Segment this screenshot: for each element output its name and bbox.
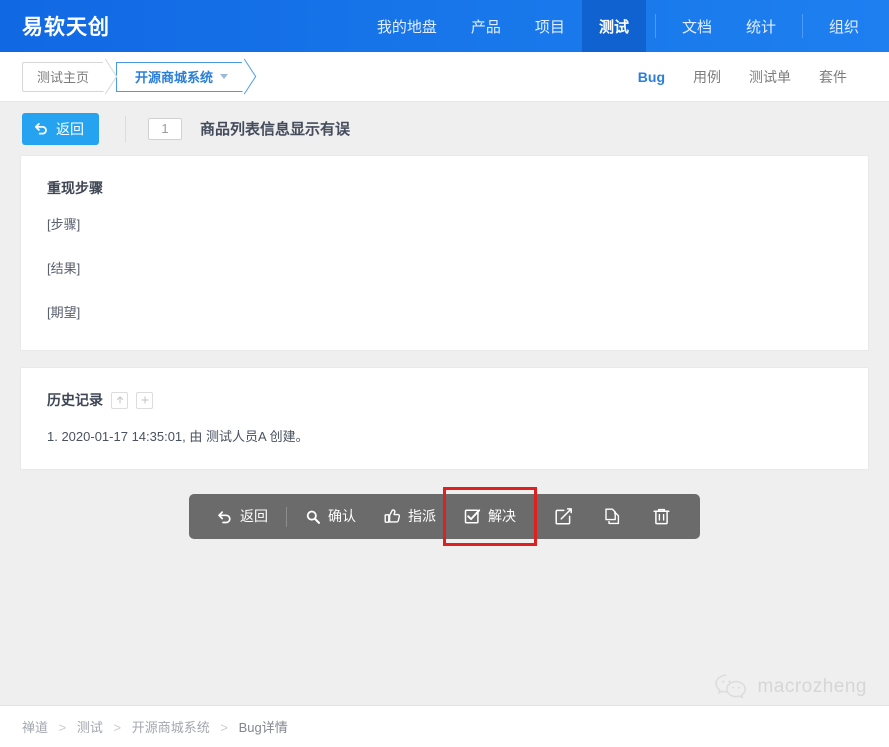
footer-crumb-test[interactable]: 测试 — [77, 720, 103, 735]
page-title: 商品列表信息显示有误 — [200, 121, 351, 138]
tab-testtask[interactable]: 测试单 — [735, 67, 805, 87]
tab-bug[interactable]: Bug — [624, 69, 679, 85]
brand-logo[interactable]: 易软天创 — [0, 0, 130, 52]
breadcrumb-label-test-home: 测试主页 — [37, 70, 90, 85]
history-panel: 历史记录 1. 2020-01-17 14:35:01, 由 测试人员A 创建。 — [20, 367, 869, 470]
breadcrumb-item-product[interactable]: 开源商城系统 — [116, 61, 245, 92]
top-navigation-bar: 易软天创 我的地盘 产品 项目 测试 文档 统计 组织 — [0, 0, 889, 52]
toolbar-assign-label: 指派 — [408, 508, 436, 524]
module-tabs: Bug 用例 测试单 套件 — [624, 67, 867, 87]
bug-id-badge: 1 — [148, 117, 182, 140]
sub-navigation-bar: 测试主页 开源商城系统 Bug 用例 测试单 套件 — [0, 52, 889, 102]
nav-item-org[interactable]: 组织 — [812, 0, 876, 52]
up-arrow-icon[interactable] — [111, 391, 128, 409]
toolbar-delete-button[interactable] — [637, 494, 686, 539]
steps-panel-heading: 重现步骤 — [47, 180, 103, 196]
primary-nav: 我的地盘 产品 项目 测试 文档 统计 组织 — [360, 0, 876, 52]
nav-end-spacer — [876, 0, 889, 52]
page-title-row: 返回 1 商品列表信息显示有误 — [0, 102, 889, 155]
footer-crumb-zentao[interactable]: 禅道 — [22, 720, 48, 735]
action-toolbar-wrap: 返回 确认 指派 解决 — [0, 487, 889, 546]
nav-item-my[interactable]: 我的地盘 — [360, 0, 454, 52]
footer-crumb-product[interactable]: 开源商城系统 — [132, 720, 210, 735]
nav-item-test[interactable]: 测试 — [581, 0, 646, 52]
footer-breadcrumb: 禅道 > 测试 > 开源商城系统 > Bug详情 — [22, 717, 288, 736]
toolbar-resolve-button[interactable]: 解决 — [443, 487, 537, 546]
watermark-text: macrozheng — [757, 676, 867, 697]
back-arrow-icon — [217, 509, 233, 525]
breadcrumb: 测试主页 开源商城系统 — [22, 61, 245, 92]
toolbar-back-button[interactable]: 返回 — [203, 494, 282, 539]
toolbar-edit-button[interactable] — [539, 494, 588, 539]
toolbar-divider-2 — [534, 506, 535, 527]
step-line-result: [结果] — [47, 261, 81, 276]
breadcrumb-item-test-home[interactable]: 测试主页 — [22, 61, 106, 92]
back-arrow-icon — [34, 121, 49, 136]
action-toolbar: 返回 确认 指派 解决 — [189, 487, 700, 546]
plus-icon[interactable] — [136, 391, 153, 409]
toolbar-confirm-label: 确认 — [328, 508, 356, 524]
footer-crumb-sep-2: > — [113, 720, 122, 735]
thumbs-up-icon — [384, 508, 401, 525]
history-panel-heading: 历史记录 — [47, 392, 103, 408]
checkbox-checked-icon — [464, 508, 481, 525]
footer-crumb-sep-1: > — [58, 720, 67, 735]
toolbar-divider-1 — [286, 506, 287, 527]
nav-divider-2 — [801, 14, 803, 38]
trash-icon — [652, 507, 671, 526]
footer-bar: 禅道 > 测试 > 开源商城系统 > Bug详情 — [0, 705, 889, 747]
history-entry: 1. 2020-01-17 14:35:01, 由 测试人员A 创建。 — [47, 426, 842, 445]
title-divider — [125, 115, 126, 142]
back-button-label: 返回 — [56, 120, 84, 137]
nav-divider-1 — [654, 14, 656, 38]
copy-icon — [603, 507, 622, 526]
back-button[interactable]: 返回 — [22, 112, 99, 145]
toolbar-assign-button[interactable]: 指派 — [370, 494, 450, 539]
chevron-down-icon[interactable] — [220, 74, 229, 79]
nav-item-project[interactable]: 项目 — [518, 0, 582, 52]
history-panel-heading-row: 历史记录 — [47, 390, 842, 410]
magnifier-icon — [305, 509, 321, 525]
step-line-expect: [期望] — [47, 305, 81, 320]
edit-icon — [554, 507, 573, 526]
nav-item-doc[interactable]: 文档 — [665, 0, 729, 52]
tab-suite[interactable]: 套件 — [805, 67, 867, 87]
nav-item-stats[interactable]: 统计 — [729, 0, 793, 52]
history-entry-text: 1. 2020-01-17 14:35:01, 由 测试人员A 创建。 — [47, 429, 309, 444]
step-line-steps: [步骤] — [47, 217, 81, 232]
wechat-icon — [714, 673, 748, 701]
steps-panel: 重现步骤 [步骤] [结果] [期望] — [20, 155, 869, 351]
toolbar-confirm-button[interactable]: 确认 — [291, 494, 370, 539]
tab-case[interactable]: 用例 — [679, 67, 735, 87]
watermark: macrozheng — [714, 673, 867, 701]
footer-crumb-bugdetail: Bug详情 — [238, 720, 288, 735]
toolbar-copy-button[interactable] — [588, 494, 637, 539]
toolbar-back-label: 返回 — [240, 508, 268, 524]
nav-item-product[interactable]: 产品 — [454, 0, 518, 52]
toolbar-resolve-label: 解决 — [488, 508, 516, 524]
breadcrumb-label-product: 开源商城系统 — [135, 70, 214, 85]
footer-crumb-sep-3: > — [220, 720, 228, 735]
